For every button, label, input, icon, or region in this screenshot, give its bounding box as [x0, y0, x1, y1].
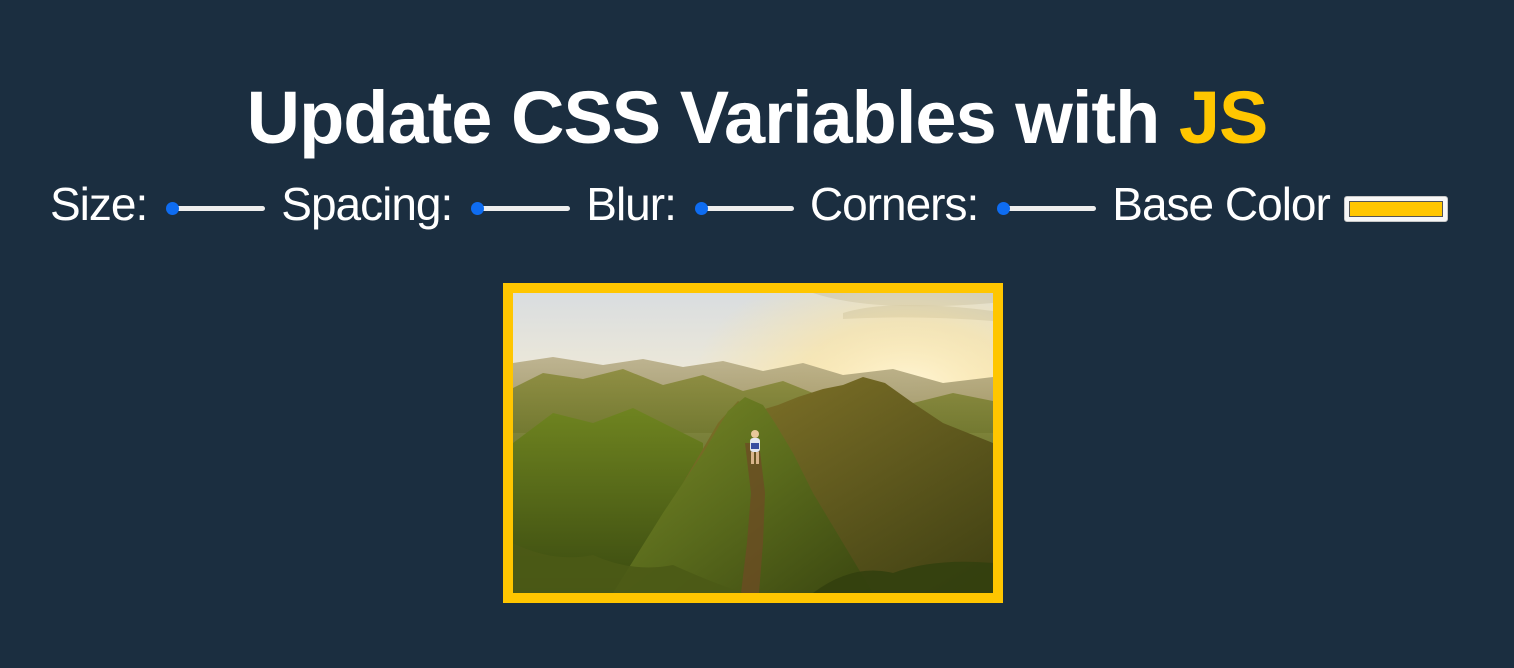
- controls-bar: Size: Spacing: Blur: Corners: Base Color: [50, 172, 1448, 236]
- spacing-slider-thumb[interactable]: [471, 202, 485, 215]
- size-label: Size:: [50, 178, 148, 230]
- page-title: Update CSS Variables with JS: [0, 76, 1514, 160]
- mountain-ridge-hiker-photo: [513, 293, 993, 593]
- corners-slider-thumb[interactable]: [997, 202, 1011, 215]
- blur-slider-track[interactable]: [699, 206, 794, 211]
- blur-slider-thumb[interactable]: [694, 202, 708, 215]
- corners-label: Corners:: [809, 178, 979, 230]
- base-color-label: Base Color: [1112, 178, 1331, 230]
- spacing-slider-track[interactable]: [476, 206, 571, 211]
- photo-frame: [503, 283, 1003, 603]
- base-color-fill[interactable]: [1348, 201, 1443, 217]
- blur-label: Blur:: [586, 178, 677, 230]
- title-main-text: Update CSS Variables with: [246, 75, 1179, 159]
- title-highlight-text: JS: [1178, 75, 1269, 159]
- blur-slider[interactable]: [694, 198, 794, 220]
- spacing-slider[interactable]: [471, 198, 571, 220]
- corners-slider-track[interactable]: [1002, 206, 1097, 211]
- spacing-label: Spacing:: [281, 178, 453, 230]
- size-slider[interactable]: [166, 198, 266, 220]
- base-color-picker[interactable]: [1343, 196, 1448, 222]
- size-slider-thumb[interactable]: [166, 202, 180, 215]
- size-slider-track[interactable]: [171, 206, 266, 211]
- corners-slider[interactable]: [997, 198, 1097, 220]
